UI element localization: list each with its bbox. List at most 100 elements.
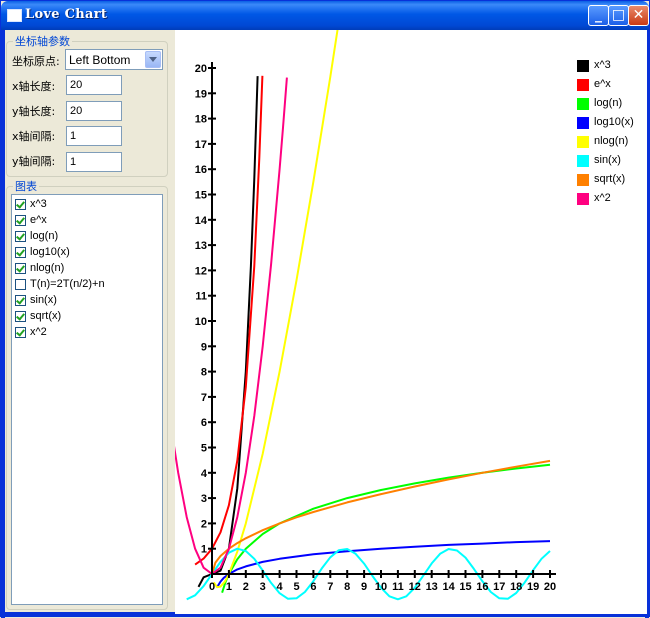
x-tick-label: 10 xyxy=(375,581,387,593)
y-tick-label: 3 xyxy=(201,493,207,505)
y-tick-label: 18 xyxy=(195,114,207,126)
close-button[interactable]: ✕ xyxy=(628,5,649,26)
y-step-label: y轴间隔: xyxy=(12,155,56,168)
title-bar[interactable]: Love Chart _ □ ✕ xyxy=(1,1,649,30)
checkbox[interactable] xyxy=(15,199,26,210)
chart-item-label: log(n) xyxy=(30,230,59,242)
checkbox[interactable] xyxy=(15,231,26,242)
y-tick-label: 11 xyxy=(195,291,207,303)
x-tick-label: 2 xyxy=(243,581,249,593)
legend-swatch xyxy=(577,155,589,167)
checkbox[interactable] xyxy=(15,215,26,226)
charts-listbox[interactable]: x^3 e^x log(n) log10(x) nlog(n) T(n)=2T(… xyxy=(11,194,163,605)
chevron-down-icon[interactable] xyxy=(145,51,161,68)
y-tick-label: 17 xyxy=(195,139,207,151)
chart-item-label: log10(x) xyxy=(30,246,70,258)
chart-item-label: x^3 xyxy=(30,198,47,210)
x-tick-label: 16 xyxy=(476,581,488,593)
y-tick-label: 19 xyxy=(195,88,207,100)
y-tick-label: 4 xyxy=(201,468,208,480)
origin-label: 坐标原点: xyxy=(12,55,60,68)
axis-params-title: 坐标轴参数 xyxy=(15,35,70,48)
y-tick-label: 6 xyxy=(201,417,207,429)
x-tick-label: 5 xyxy=(293,581,299,593)
y-length-label: y轴长度: xyxy=(12,105,56,118)
chart-item-label: sqrt(x) xyxy=(30,310,62,322)
charts-group-title: 图表 xyxy=(15,180,37,193)
legend-label: e^x xyxy=(594,78,611,90)
checkbox[interactable] xyxy=(15,263,26,274)
x-length-label: x轴长度: xyxy=(12,80,56,93)
legend-label: x^2 xyxy=(594,192,611,204)
y-tick-label: 2 xyxy=(201,518,207,530)
legend-label: log(n) xyxy=(594,97,623,109)
x-tick-label: 3 xyxy=(260,581,266,593)
x-tick-label: 18 xyxy=(510,581,522,593)
legend-swatch xyxy=(577,60,589,72)
legend-swatch xyxy=(577,98,589,110)
x-length-input[interactable] xyxy=(66,75,122,95)
window-frame-left xyxy=(1,30,5,618)
y-tick-label: 10 xyxy=(195,316,207,328)
x-tick-label: 15 xyxy=(459,581,471,593)
origin-select-value: Left Bottom xyxy=(69,53,131,67)
x-step-input[interactable] xyxy=(66,126,122,146)
y-tick-label: 8 xyxy=(201,367,207,379)
y-tick-label: 13 xyxy=(195,240,207,252)
y-tick-label: 7 xyxy=(201,392,207,404)
y-tick-label: 12 xyxy=(195,265,207,277)
app-window: Love Chart _ □ ✕ 坐标轴参数 坐标原点: Left Bottom… xyxy=(0,0,650,618)
chart-item-label: T(n)=2T(n/2)+n xyxy=(30,278,105,290)
x-tick-label: 0 xyxy=(209,581,215,593)
checkbox[interactable] xyxy=(15,311,26,322)
chart-item-label: e^x xyxy=(30,214,47,226)
y-tick-label: 9 xyxy=(201,341,207,353)
x-tick-label: 4 xyxy=(277,581,284,593)
legend-label: sqrt(x) xyxy=(594,173,626,185)
x-tick-label: 6 xyxy=(310,581,316,593)
legend-swatch xyxy=(577,79,589,91)
app-icon xyxy=(7,9,22,22)
y-tick-label: 20 xyxy=(195,63,207,75)
y-length-input[interactable] xyxy=(66,101,122,121)
x-tick-label: 20 xyxy=(544,581,556,593)
x-tick-label: 13 xyxy=(426,581,438,593)
x-tick-label: 7 xyxy=(327,581,333,593)
y-tick-label: 5 xyxy=(201,443,207,455)
legend-label: sin(x) xyxy=(594,154,621,166)
y-step-input[interactable] xyxy=(66,152,122,172)
x-tick-label: 1 xyxy=(226,581,232,593)
checkbox[interactable] xyxy=(15,279,26,290)
y-tick-label: 14 xyxy=(195,215,208,227)
checkbox[interactable] xyxy=(15,327,26,338)
maximize-button[interactable]: □ xyxy=(608,5,629,26)
origin-select[interactable]: Left Bottom xyxy=(65,49,163,70)
x-tick-label: 8 xyxy=(344,581,350,593)
chart-item-label: nlog(n) xyxy=(30,262,65,274)
legend-label: log10(x) xyxy=(594,116,634,128)
legend-swatch xyxy=(577,117,589,129)
window-title: Love Chart xyxy=(25,7,108,22)
legend-label: x^3 xyxy=(594,59,611,71)
chart-item-label: sin(x) xyxy=(30,294,57,306)
legend-label: nlog(n) xyxy=(594,135,629,147)
x-tick-label: 19 xyxy=(527,581,539,593)
x-step-label: x轴间隔: xyxy=(12,130,56,143)
x-tick-label: 17 xyxy=(493,581,505,593)
legend-swatch xyxy=(577,193,589,205)
x-tick-label: 11 xyxy=(392,581,404,593)
chart-item-label: x^2 xyxy=(30,326,47,338)
series-line-6 xyxy=(211,459,551,575)
y-tick-label: 16 xyxy=(195,164,207,176)
x-tick-label: 9 xyxy=(361,581,367,593)
minimize-button[interactable]: _ xyxy=(588,5,609,26)
legend-swatch xyxy=(577,174,589,186)
checkbox[interactable] xyxy=(15,247,26,258)
chart-canvas[interactable]: 0 1 2 3 4 5 6 7 8 9 10 11 12 13 14 15 16 17 18 19 20 1 2 3 4 5 6 7 8… xyxy=(175,30,647,614)
y-tick-label: 15 xyxy=(195,190,207,202)
checkbox[interactable] xyxy=(15,295,26,306)
legend-swatch xyxy=(577,136,589,148)
x-tick-label: 12 xyxy=(409,581,421,593)
y-tick-label: 1 xyxy=(201,544,207,556)
x-tick-label: 14 xyxy=(442,581,455,593)
